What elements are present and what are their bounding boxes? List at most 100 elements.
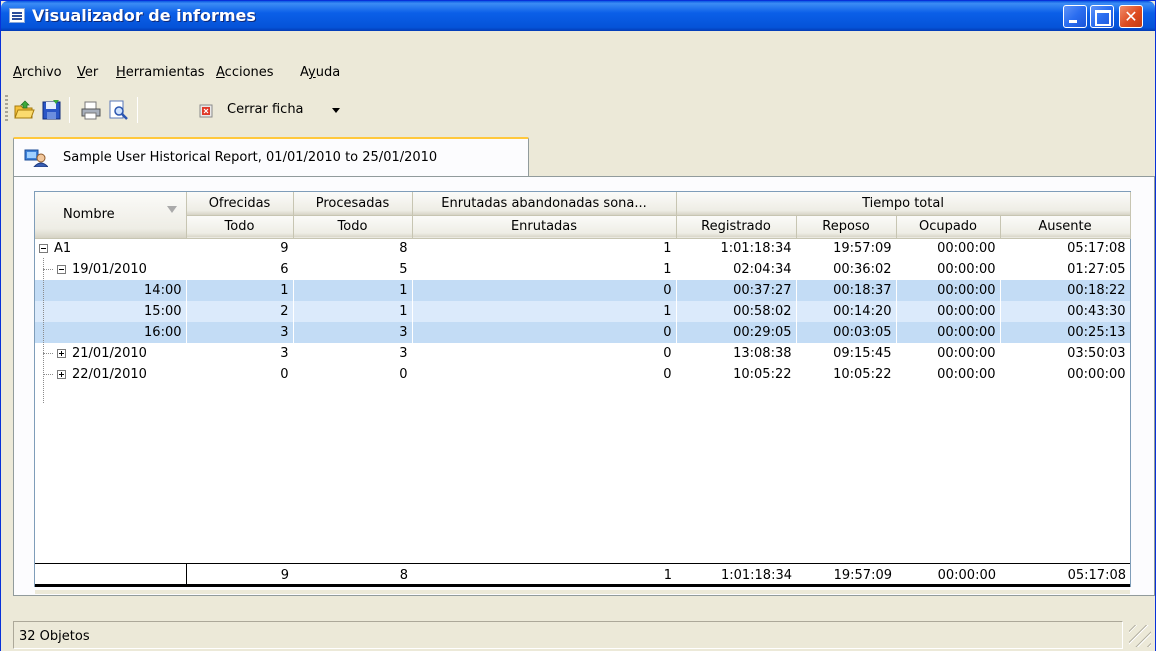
tree-cell: 22/01/2010 [35,364,186,385]
cell-ocupado: 00:00:00 [937,262,996,277]
expand-icon[interactable] [57,349,66,358]
report-tab-icon [24,149,48,167]
cell-ausente: 01:27:05 [1067,262,1126,277]
expand-icon[interactable] [57,370,66,379]
status-pane: 32 Objetos [13,621,1123,649]
tab-report[interactable]: Sample User Historical Report, 01/01/201… [13,137,529,177]
menu-ayuda[interactable]: Ayuda [300,65,340,80]
total-ofrecidas: 9 [280,567,289,583]
subheader-procesadas[interactable]: Todo [293,215,413,239]
tree-connector [43,269,53,270]
cell-ofrecidas: 9 [280,241,289,257]
table-row[interactable]: 21/01/2010 3 3 0 13:08:38 09:15:45 00:00… [35,343,1130,364]
column-group-tiempo-total[interactable]: Tiempo total [676,192,1131,216]
tree-cell: 16:00 [35,322,186,343]
window-title: Visualizador de informes [32,6,256,25]
report-viewer-window: Visualizador de informes ✕ Archivo Ver H… [0,0,1156,651]
cell-registrado: 13:08:38 [733,346,792,361]
cell-enrutadas: 0 [412,322,676,343]
tab-label: Sample User Historical Report, 01/01/201… [63,150,438,165]
close-card-dropdown-icon[interactable] [332,108,340,113]
title-bar[interactable]: Visualizador de informes ✕ [1,1,1155,31]
cell-ocupado: 00:00:00 [937,241,996,257]
menu-ver[interactable]: Ver [77,65,98,80]
row-name: 22/01/2010 [72,367,147,382]
cell-reposo: 00:36:02 [833,262,892,277]
cell-ofrecidas: 1 [186,280,293,301]
table-row-selected[interactable]: 15:00 2 1 1 00:58:02 00:14:20 00:00:00 0… [35,301,1131,322]
column-header-ofrecidas[interactable]: Ofrecidas [186,192,294,216]
table-row[interactable]: 22/01/2010 0 0 0 10:05:22 10:05:22 00:00… [35,364,1130,385]
cell-reposo: 00:18:37 [796,280,896,301]
minimize-button[interactable] [1063,5,1087,28]
column-header-enrutadas[interactable]: Enrutadas abandonadas sona... [412,192,677,216]
tree-cell: 19/01/2010 [35,259,186,280]
toolbar: Cerrar ficha [1,91,1155,129]
cell-enrutadas: 1 [412,301,676,322]
totals-label-cell [35,564,187,586]
subheader-ocupado[interactable]: Ocupado [896,215,1001,239]
table-row-selected[interactable]: 14:00 1 1 0 00:37:27 00:18:37 00:00:00 0… [35,280,1131,301]
total-ausente: 05:17:08 [1067,567,1126,583]
cell-ausente: 05:17:08 [1067,241,1126,257]
row-name: 19/01/2010 [72,262,147,277]
cell-procesadas: 1 [293,280,412,301]
total-ocupado: 00:00:00 [937,567,996,583]
table-row-selected[interactable]: 16:00 3 3 0 00:29:05 00:03:05 00:00:00 0… [35,322,1131,343]
subheader-enrutadas[interactable]: Enrutadas [412,215,677,239]
cell-procesadas: 3 [293,322,412,343]
collapse-icon[interactable] [39,244,48,254]
close-card-icon[interactable] [199,104,213,118]
cell-procesadas: 5 [399,262,408,277]
subheader-registrado[interactable]: Registrado [676,215,797,239]
cell-ausente: 03:50:03 [1067,346,1126,361]
cell-ocupado: 00:00:00 [896,280,1000,301]
totals-row: 9 8 1 1:01:18:34 19:57:09 00:00:00 05:17… [35,563,1130,587]
subheader-ofrecidas[interactable]: Todo [186,215,294,239]
close-icon: ✕ [1124,7,1138,26]
filter-icon[interactable] [166,206,177,213]
resize-grip[interactable] [1129,625,1151,647]
cell-procesadas: 3 [399,346,408,361]
toolbar-separator [69,97,70,123]
table-row[interactable]: 19/01/2010 6 5 1 02:04:34 00:36:02 00:00… [35,259,1130,280]
close-card-button[interactable]: Cerrar ficha [227,102,304,117]
row-name: 15:00 [144,304,182,319]
menu-herramientas[interactable]: Herramientas [116,65,205,80]
cell-procesadas: 8 [399,241,408,257]
close-button[interactable]: ✕ [1119,5,1143,28]
column-header-nombre[interactable]: Nombre [35,192,187,239]
status-bar: 32 Objetos [1,619,1155,651]
collapse-icon[interactable] [57,265,66,274]
cell-enrutadas: 1 [663,241,672,257]
cell-reposo: 10:05:22 [833,367,892,382]
cell-reposo: 00:03:05 [796,322,896,343]
menu-archivo[interactable]: Archivo [13,65,62,80]
open-folder-icon[interactable] [13,99,35,121]
table-row[interactable]: A1 9 8 1 1:01:18:34 19:57:09 00:00:00 05… [35,238,1130,259]
print-preview-icon[interactable] [107,99,129,121]
menu-acciones[interactable]: Acciones [216,65,274,80]
maximize-button[interactable] [1090,5,1114,28]
subheader-ausente[interactable]: Ausente [1000,215,1131,239]
cell-ausente: 00:18:22 [1000,280,1131,301]
cell-reposo: 19:57:09 [833,241,892,257]
save-disk-icon[interactable] [41,99,63,121]
toolbar-grip[interactable] [5,95,8,121]
grid-table: Nombre Ofrecidas Procesadas Enrutadas ab… [35,192,1131,385]
tree-connector [43,374,53,375]
cell-enrutadas: 1 [663,262,672,277]
subheader-reposo[interactable]: Reposo [796,215,897,239]
nombre-label: Nombre [63,207,115,223]
row-name: A1 [54,241,72,257]
column-header-procesadas[interactable]: Procesadas [293,192,413,216]
cell-enrutadas: 0 [663,346,672,361]
cell-ofrecidas: 0 [280,367,289,382]
horizontal-scrollbar[interactable] [35,590,1130,594]
printer-icon[interactable] [80,99,102,121]
toolbar-separator [137,97,138,123]
tree-cell: 15:00 [35,301,186,322]
totals-table: 9 8 1 1:01:18:34 19:57:09 00:00:00 05:17… [35,564,1130,586]
cell-ausente: 00:00:00 [1067,367,1126,382]
tree-cell: 21/01/2010 [35,343,186,364]
